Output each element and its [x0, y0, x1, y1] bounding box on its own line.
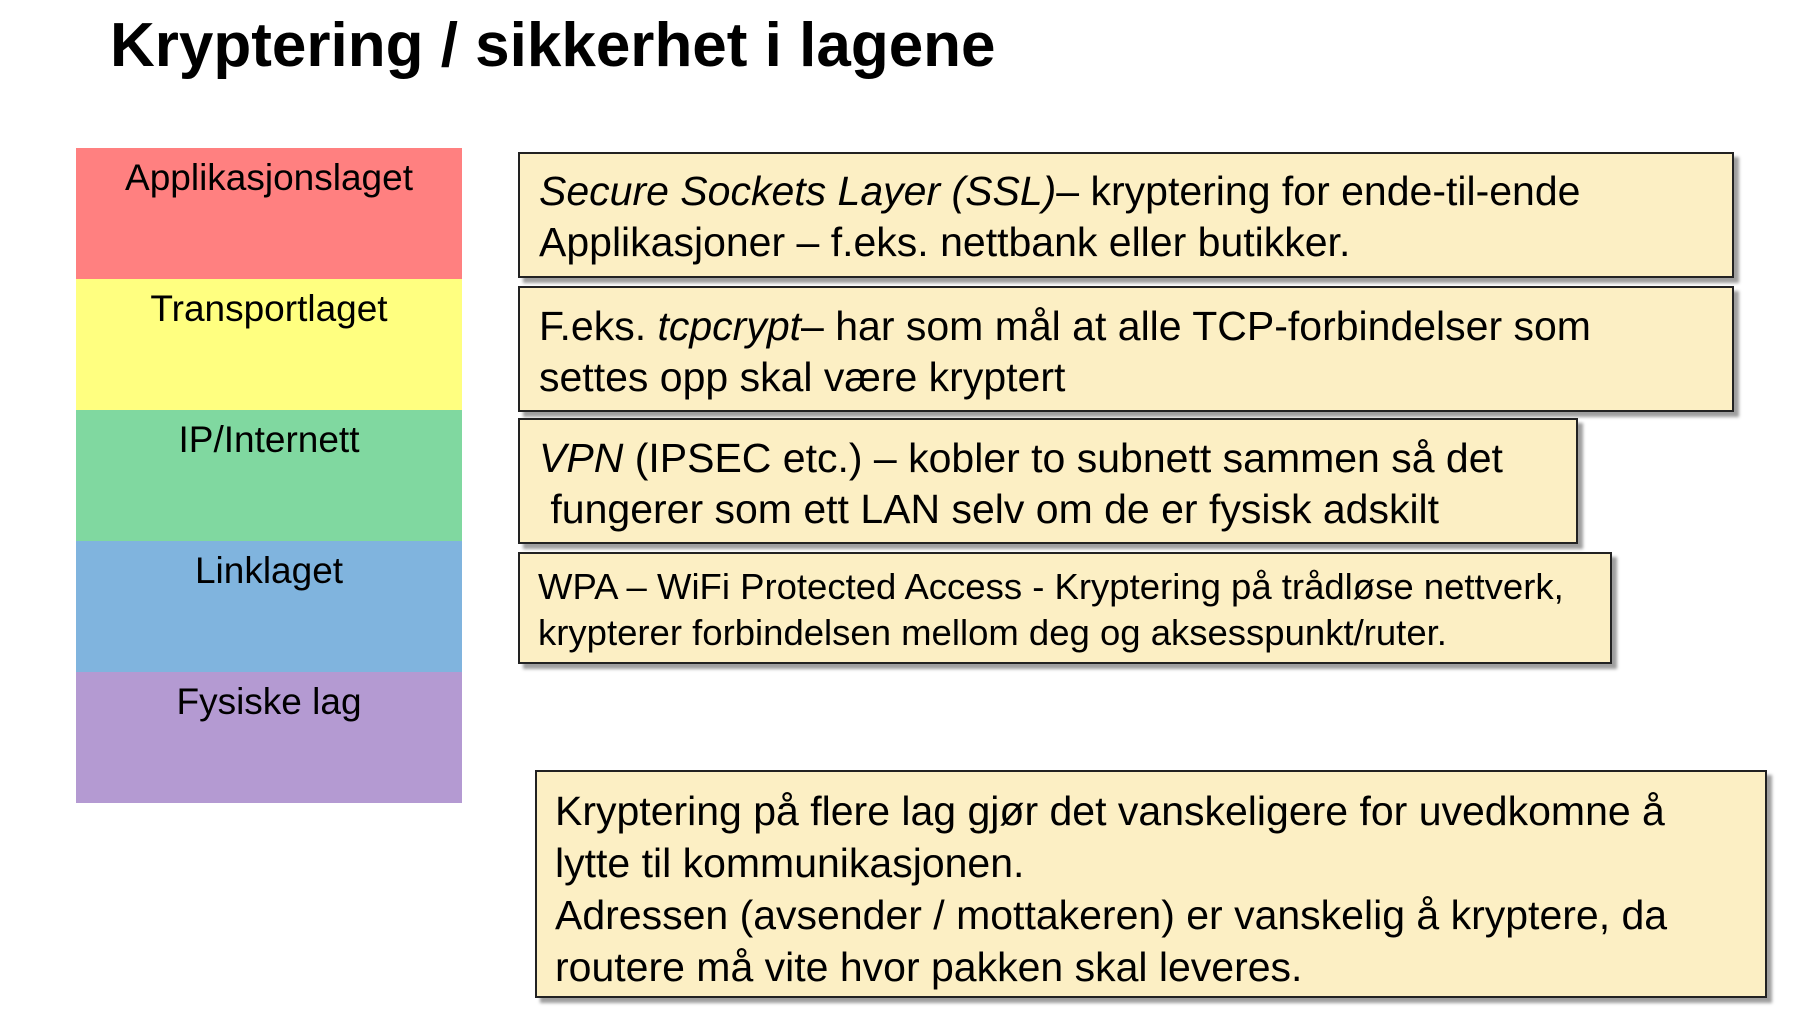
page-title: Kryptering / sikkerhet i lagene [110, 11, 996, 80]
tcpcrypt-box: F.eks. tcpcrypt– har som mål at alle TCP… [518, 286, 1734, 412]
ssl-line2: Applikasjoner – f.eks. nettbank eller bu… [539, 219, 1351, 265]
note-box: Kryptering på flere lag gjør det vanskel… [535, 770, 1767, 998]
layer-link: Linklaget [76, 541, 462, 672]
tcpcrypt-line2: settes opp skal være kryptert [539, 354, 1066, 400]
vpn-text: (IPSEC etc.) – kobler to subnett sammen … [623, 435, 1503, 481]
tcpcrypt-term: tcpcrypt [657, 303, 802, 349]
layer-label: Transportlaget [150, 288, 388, 329]
layer-transport: Transportlaget [76, 279, 462, 410]
note-line1: Kryptering på flere lag gjør det vanskel… [555, 788, 1665, 834]
note-line3: Adressen (avsender / mottakeren) er vans… [555, 892, 1668, 938]
wpa-line1: WPA – WiFi Protected Access - Kryptering… [538, 566, 1564, 607]
layer-physical: Fysiske lag [76, 672, 462, 803]
layer-label: Linklaget [194, 550, 344, 591]
layer-label: Fysiske lag [176, 681, 362, 722]
note-line4: routere må vite hvor pakken skal leveres… [555, 944, 1303, 990]
ssl-text: – kryptering for ende-til-ende [1056, 168, 1581, 214]
wpa-line2: krypterer forbindelsen mellom deg og aks… [538, 612, 1447, 653]
ssl-term: Secure Sockets Layer (SSL) [539, 168, 1057, 214]
vpn-box: VPN (IPSEC etc.) – kobler to subnett sam… [518, 418, 1578, 544]
layer-application: Applikasjonslaget [76, 148, 462, 279]
layer-label: Applikasjonslaget [125, 157, 413, 198]
tcpcrypt-text: – har som mål at alle TCP-forbindelser s… [801, 303, 1591, 349]
tcpcrypt-prefix: F.eks. [539, 303, 658, 349]
note-line2: lytte til kommunikasjonen. [555, 840, 1025, 886]
ssl-box: Secure Sockets Layer (SSL)– kryptering f… [518, 152, 1734, 278]
wpa-box: WPA – WiFi Protected Access - Kryptering… [518, 552, 1612, 664]
vpn-line2: fungerer som ett LAN selv om de er fysis… [539, 486, 1440, 532]
layer-label: IP/Internett [178, 419, 360, 460]
layer-internet: IP/Internett [76, 410, 462, 541]
vpn-term: VPN [539, 435, 624, 481]
